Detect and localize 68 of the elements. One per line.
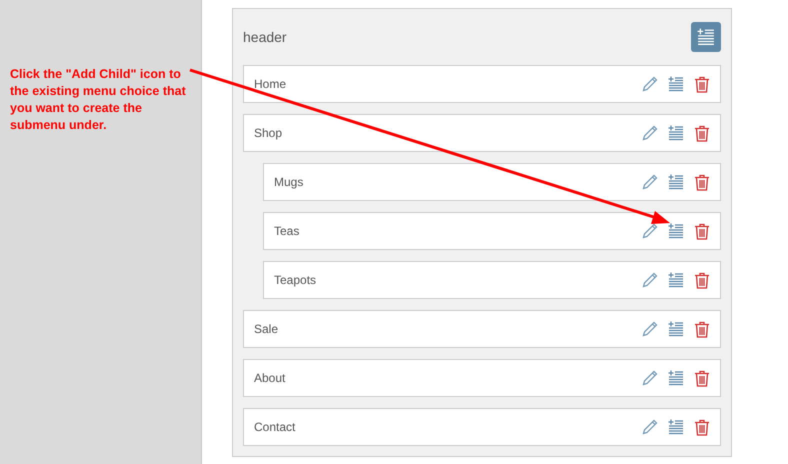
- menu-item[interactable]: Sale: [243, 310, 721, 348]
- add-child-icon: [668, 125, 684, 141]
- menu-item-label: Teapots: [274, 272, 318, 289]
- edit-button[interactable]: [642, 125, 658, 141]
- pencil-icon: [642, 125, 658, 141]
- edit-button[interactable]: [642, 272, 658, 288]
- add-child-icon: [668, 370, 684, 386]
- menu-item-label: Contact: [254, 419, 296, 436]
- add-child-button[interactable]: [668, 125, 684, 141]
- delete-button[interactable]: [694, 76, 710, 92]
- menu-item[interactable]: Shop: [243, 114, 721, 152]
- add-child-button[interactable]: [668, 419, 684, 435]
- menu-item-label: Teas: [274, 223, 300, 240]
- delete-button[interactable]: [694, 320, 710, 338]
- edit-button[interactable]: [642, 321, 658, 337]
- add-child-icon: [668, 76, 684, 92]
- pencil-icon: [642, 223, 658, 239]
- delete-button[interactable]: [694, 272, 710, 288]
- add-button[interactable]: [691, 22, 721, 52]
- add-child-button[interactable]: [668, 321, 684, 337]
- trash-icon: [694, 320, 710, 338]
- add-child-icon: [668, 223, 684, 239]
- menu-item-label: Shop: [254, 125, 284, 142]
- trash-icon: [694, 272, 710, 288]
- trash-icon: [694, 370, 710, 386]
- add-child-icon: [668, 321, 684, 337]
- menu-item-label: Mugs: [274, 174, 304, 191]
- menu-item[interactable]: Home: [243, 65, 721, 103]
- delete-button[interactable]: [694, 174, 710, 190]
- trash-icon: [694, 418, 710, 436]
- add-child-icon: [668, 419, 684, 435]
- add-child-icon: [668, 174, 684, 190]
- delete-button[interactable]: [694, 370, 710, 386]
- panel-title: header: [243, 28, 287, 46]
- menu-item-label: About: [254, 370, 286, 387]
- add-child-button[interactable]: [668, 76, 684, 92]
- menu-item[interactable]: Teapots: [263, 261, 721, 299]
- pencil-icon: [642, 272, 658, 288]
- trash-icon: [694, 222, 710, 240]
- menu-item[interactable]: About: [243, 359, 721, 397]
- pencil-icon: [642, 76, 658, 92]
- delete-button[interactable]: [694, 124, 710, 142]
- pencil-icon: [642, 321, 658, 337]
- trash-icon: [694, 76, 710, 92]
- add-child-button[interactable]: [668, 223, 684, 239]
- annotation-text: Click the "Add Child" icon to the existing menu choice that you want to create the submenu under.: [10, 66, 187, 134]
- delete-button[interactable]: [694, 418, 710, 436]
- add-child-button[interactable]: [668, 174, 684, 190]
- edit-button[interactable]: [642, 174, 658, 190]
- add-child-button[interactable]: [668, 272, 684, 288]
- menu-item-label: Home: [254, 76, 288, 93]
- add-child-icon: [697, 28, 715, 46]
- edit-button[interactable]: [642, 223, 658, 239]
- add-child-button[interactable]: [668, 370, 684, 386]
- pencil-icon: [642, 370, 658, 386]
- pencil-icon: [642, 174, 658, 190]
- edit-button[interactable]: [642, 370, 658, 386]
- edit-button[interactable]: [642, 419, 658, 435]
- pencil-icon: [642, 419, 658, 435]
- menu-item[interactable]: Contact: [243, 408, 721, 446]
- delete-button[interactable]: [694, 222, 710, 240]
- menu-item[interactable]: Teas: [263, 212, 721, 250]
- edit-button[interactable]: [642, 76, 658, 92]
- menu-item-label: Sale: [254, 321, 280, 338]
- add-child-icon: [668, 272, 684, 288]
- trash-icon: [694, 124, 710, 142]
- menu-item[interactable]: Mugs: [263, 163, 721, 201]
- trash-icon: [694, 174, 710, 190]
